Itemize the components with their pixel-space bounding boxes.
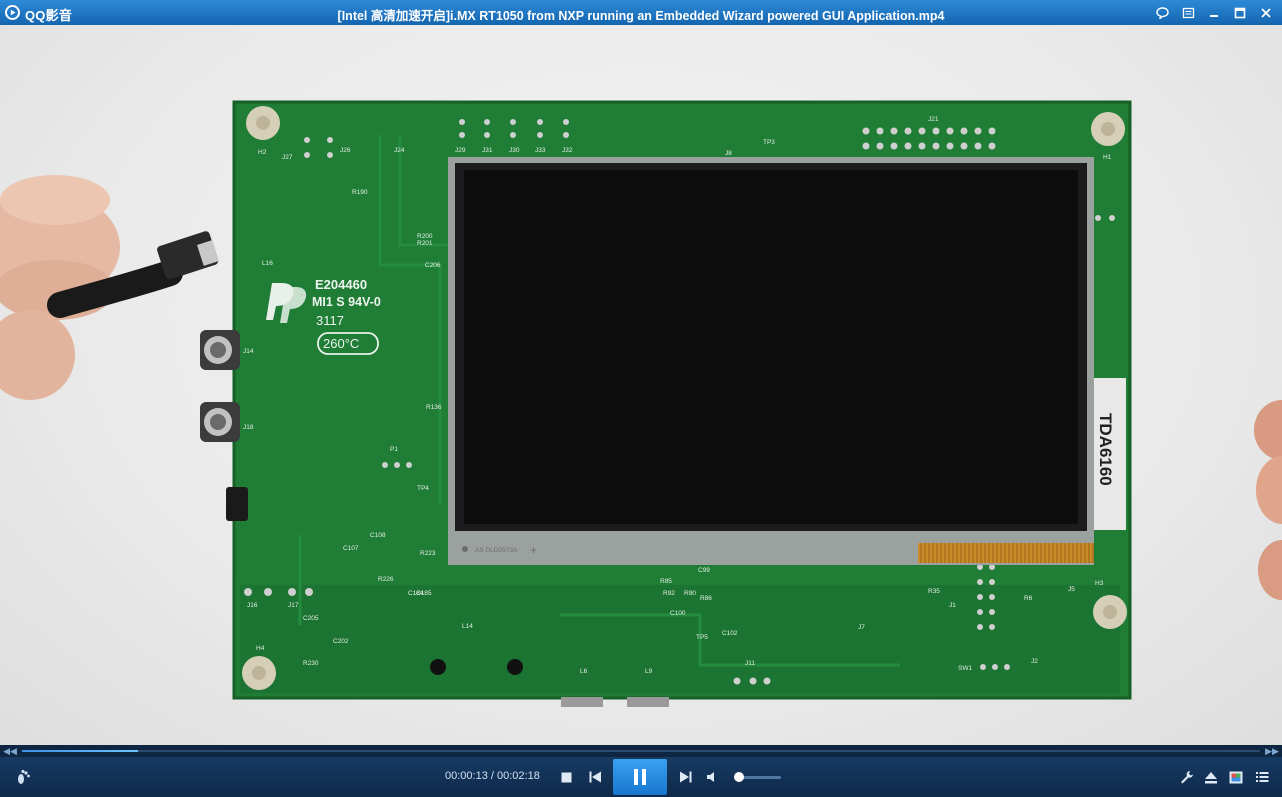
list-window-icon[interactable] <box>1178 3 1198 22</box>
minimize-icon[interactable] <box>1204 3 1224 22</box>
silk-label: TP4 <box>417 485 429 492</box>
svg-text:+: + <box>530 543 537 557</box>
silk-label: R92 <box>663 590 675 597</box>
silk-label: C185 <box>416 590 432 597</box>
silk-label: R223 <box>420 550 436 557</box>
silk-label: J27 <box>282 154 293 161</box>
progress-row: ◀◀ ▶▶ <box>0 745 1282 757</box>
next-icon[interactable] <box>676 768 694 786</box>
silk-label: C206 <box>425 262 441 269</box>
seek-back-arrow-icon[interactable]: ◀◀ <box>2 745 18 757</box>
seek-bar[interactable] <box>22 750 1260 752</box>
silk-label: H4 <box>256 645 265 652</box>
time-display: 00:00:13 / 00:02:18 <box>445 770 540 782</box>
silk-label: J5 <box>1068 586 1075 593</box>
silk-label: J16 <box>247 602 258 609</box>
previous-icon[interactable] <box>586 768 604 786</box>
silk-label: R200 <box>417 233 433 240</box>
seek-forward-arrow-icon[interactable]: ▶▶ <box>1264 745 1280 757</box>
silk-label: J2 <box>1031 658 1038 665</box>
lcd-display: + <box>448 157 1094 565</box>
silk-label: J7 <box>858 624 865 631</box>
silk-label: L16 <box>262 260 273 267</box>
chip-label-text: TDA6160 <box>1096 413 1115 486</box>
control-bar: 00:00:13 / 00:02:18 <box>0 757 1282 797</box>
window-title: [Intel 高清加速开启]i.MX RT1050 from NXP runni… <box>337 9 945 23</box>
silk-label: C108 <box>370 532 386 539</box>
silk-label: J33 <box>535 147 546 154</box>
silk-label: R90 <box>684 590 696 597</box>
app-name: QQ影音 <box>25 8 73 23</box>
silk-label: J29 <box>455 147 466 154</box>
silk-label: L9 <box>645 668 653 675</box>
seek-bar-played <box>22 750 139 752</box>
time-separator: / <box>487 770 497 782</box>
pause-icon[interactable] <box>613 759 667 795</box>
silk-label: H1 <box>1103 154 1112 161</box>
silk-label: L6 <box>580 668 588 675</box>
silk-label: TP3 <box>763 139 775 146</box>
silk-label: R85 <box>660 578 672 585</box>
silk-label: C100 <box>670 610 686 617</box>
silk-label: C202 <box>333 638 349 645</box>
silk-label: C99 <box>698 567 710 574</box>
screen-color-icon[interactable] <box>1226 767 1246 787</box>
total-time: 00:02:18 <box>497 770 540 782</box>
silk-label: R136 <box>426 404 442 411</box>
silk-label: J31 <box>482 147 493 154</box>
chat-bubble-icon[interactable] <box>1152 3 1172 22</box>
silk-label: R86 <box>700 595 712 602</box>
volume-knob[interactable] <box>734 772 745 782</box>
silk-label: P1 <box>390 446 398 453</box>
video-frame[interactable]: E204460 MI1 S 94V-0 3117 260°C H1 H2 H3 … <box>0 25 1282 745</box>
silk-label: J1 <box>949 602 956 609</box>
maximize-icon[interactable] <box>1230 3 1250 22</box>
silk-label: C205 <box>303 615 319 622</box>
silk-label: J11 <box>745 660 755 667</box>
rating-text: MI1 S 94V-0 <box>312 295 381 309</box>
title-bar: QQ影音 [Intel 高清加速开启]i.MX RT1050 from NXP … <box>0 0 1282 25</box>
temp-text: 260°C <box>323 336 359 351</box>
silk-label: C107 <box>343 545 359 552</box>
playlist-icon[interactable] <box>1252 767 1272 787</box>
eject-icon[interactable] <box>1201 767 1221 787</box>
silk-label: J26 <box>340 147 351 154</box>
silk-label: J14 <box>243 348 254 355</box>
silk-label: R230 <box>303 660 319 667</box>
lcd-print-text: AS DLD0573A <box>475 547 518 554</box>
stop-icon[interactable] <box>557 768 575 786</box>
silk-label: SW1 <box>958 665 972 672</box>
wrench-icon[interactable] <box>1177 767 1197 787</box>
silk-label: J30 <box>509 147 520 154</box>
hand-right <box>1254 400 1282 600</box>
silk-label: C102 <box>722 630 738 637</box>
silk-label: J21 <box>928 116 939 123</box>
date-code-text: 3117 <box>316 313 344 328</box>
qq-player-logo-icon <box>4 4 21 21</box>
silk-label: J17 <box>288 602 299 609</box>
silk-label: H3 <box>1095 580 1104 587</box>
volume-icon[interactable] <box>703 768 721 786</box>
silk-label: H2 <box>258 149 267 156</box>
footprint-icon[interactable] <box>13 767 33 787</box>
silk-label: J8 <box>725 150 732 157</box>
silk-label: J32 <box>562 147 573 154</box>
current-time: 00:00:13 <box>445 770 488 782</box>
silk-label: L14 <box>462 623 473 630</box>
silk-label: TP5 <box>696 634 708 641</box>
silk-label: J24 <box>394 147 405 154</box>
silk-label: R35 <box>928 588 940 595</box>
silk-label: R226 <box>378 576 394 583</box>
silk-label: R6 <box>1024 595 1033 602</box>
silk-label: J18 <box>243 424 254 431</box>
silk-label: R190 <box>352 189 368 196</box>
silk-label: R201 <box>417 240 433 247</box>
ul-code-text: E204460 <box>315 277 367 292</box>
close-icon[interactable] <box>1256 3 1276 22</box>
